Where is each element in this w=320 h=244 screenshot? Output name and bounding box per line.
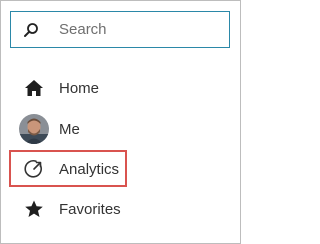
nav-item-me[interactable]: Me [1, 111, 240, 147]
star-icon [19, 194, 49, 224]
home-icon [19, 73, 49, 103]
search-icon [23, 11, 49, 48]
nav-item-label: Me [59, 120, 80, 138]
search-placeholder: Search [59, 21, 107, 38]
highlight-box [9, 150, 127, 187]
nav-item-label: Home [59, 79, 100, 97]
nav-item-label: Favorites [59, 200, 121, 218]
sidebar-panel: Search Home Me Analytics Favorites [0, 0, 241, 244]
nav-item-favorites[interactable]: Favorites [1, 191, 240, 227]
avatar [19, 114, 49, 144]
nav-item-home[interactable]: Home [1, 70, 240, 106]
search-box[interactable]: Search [10, 11, 230, 48]
